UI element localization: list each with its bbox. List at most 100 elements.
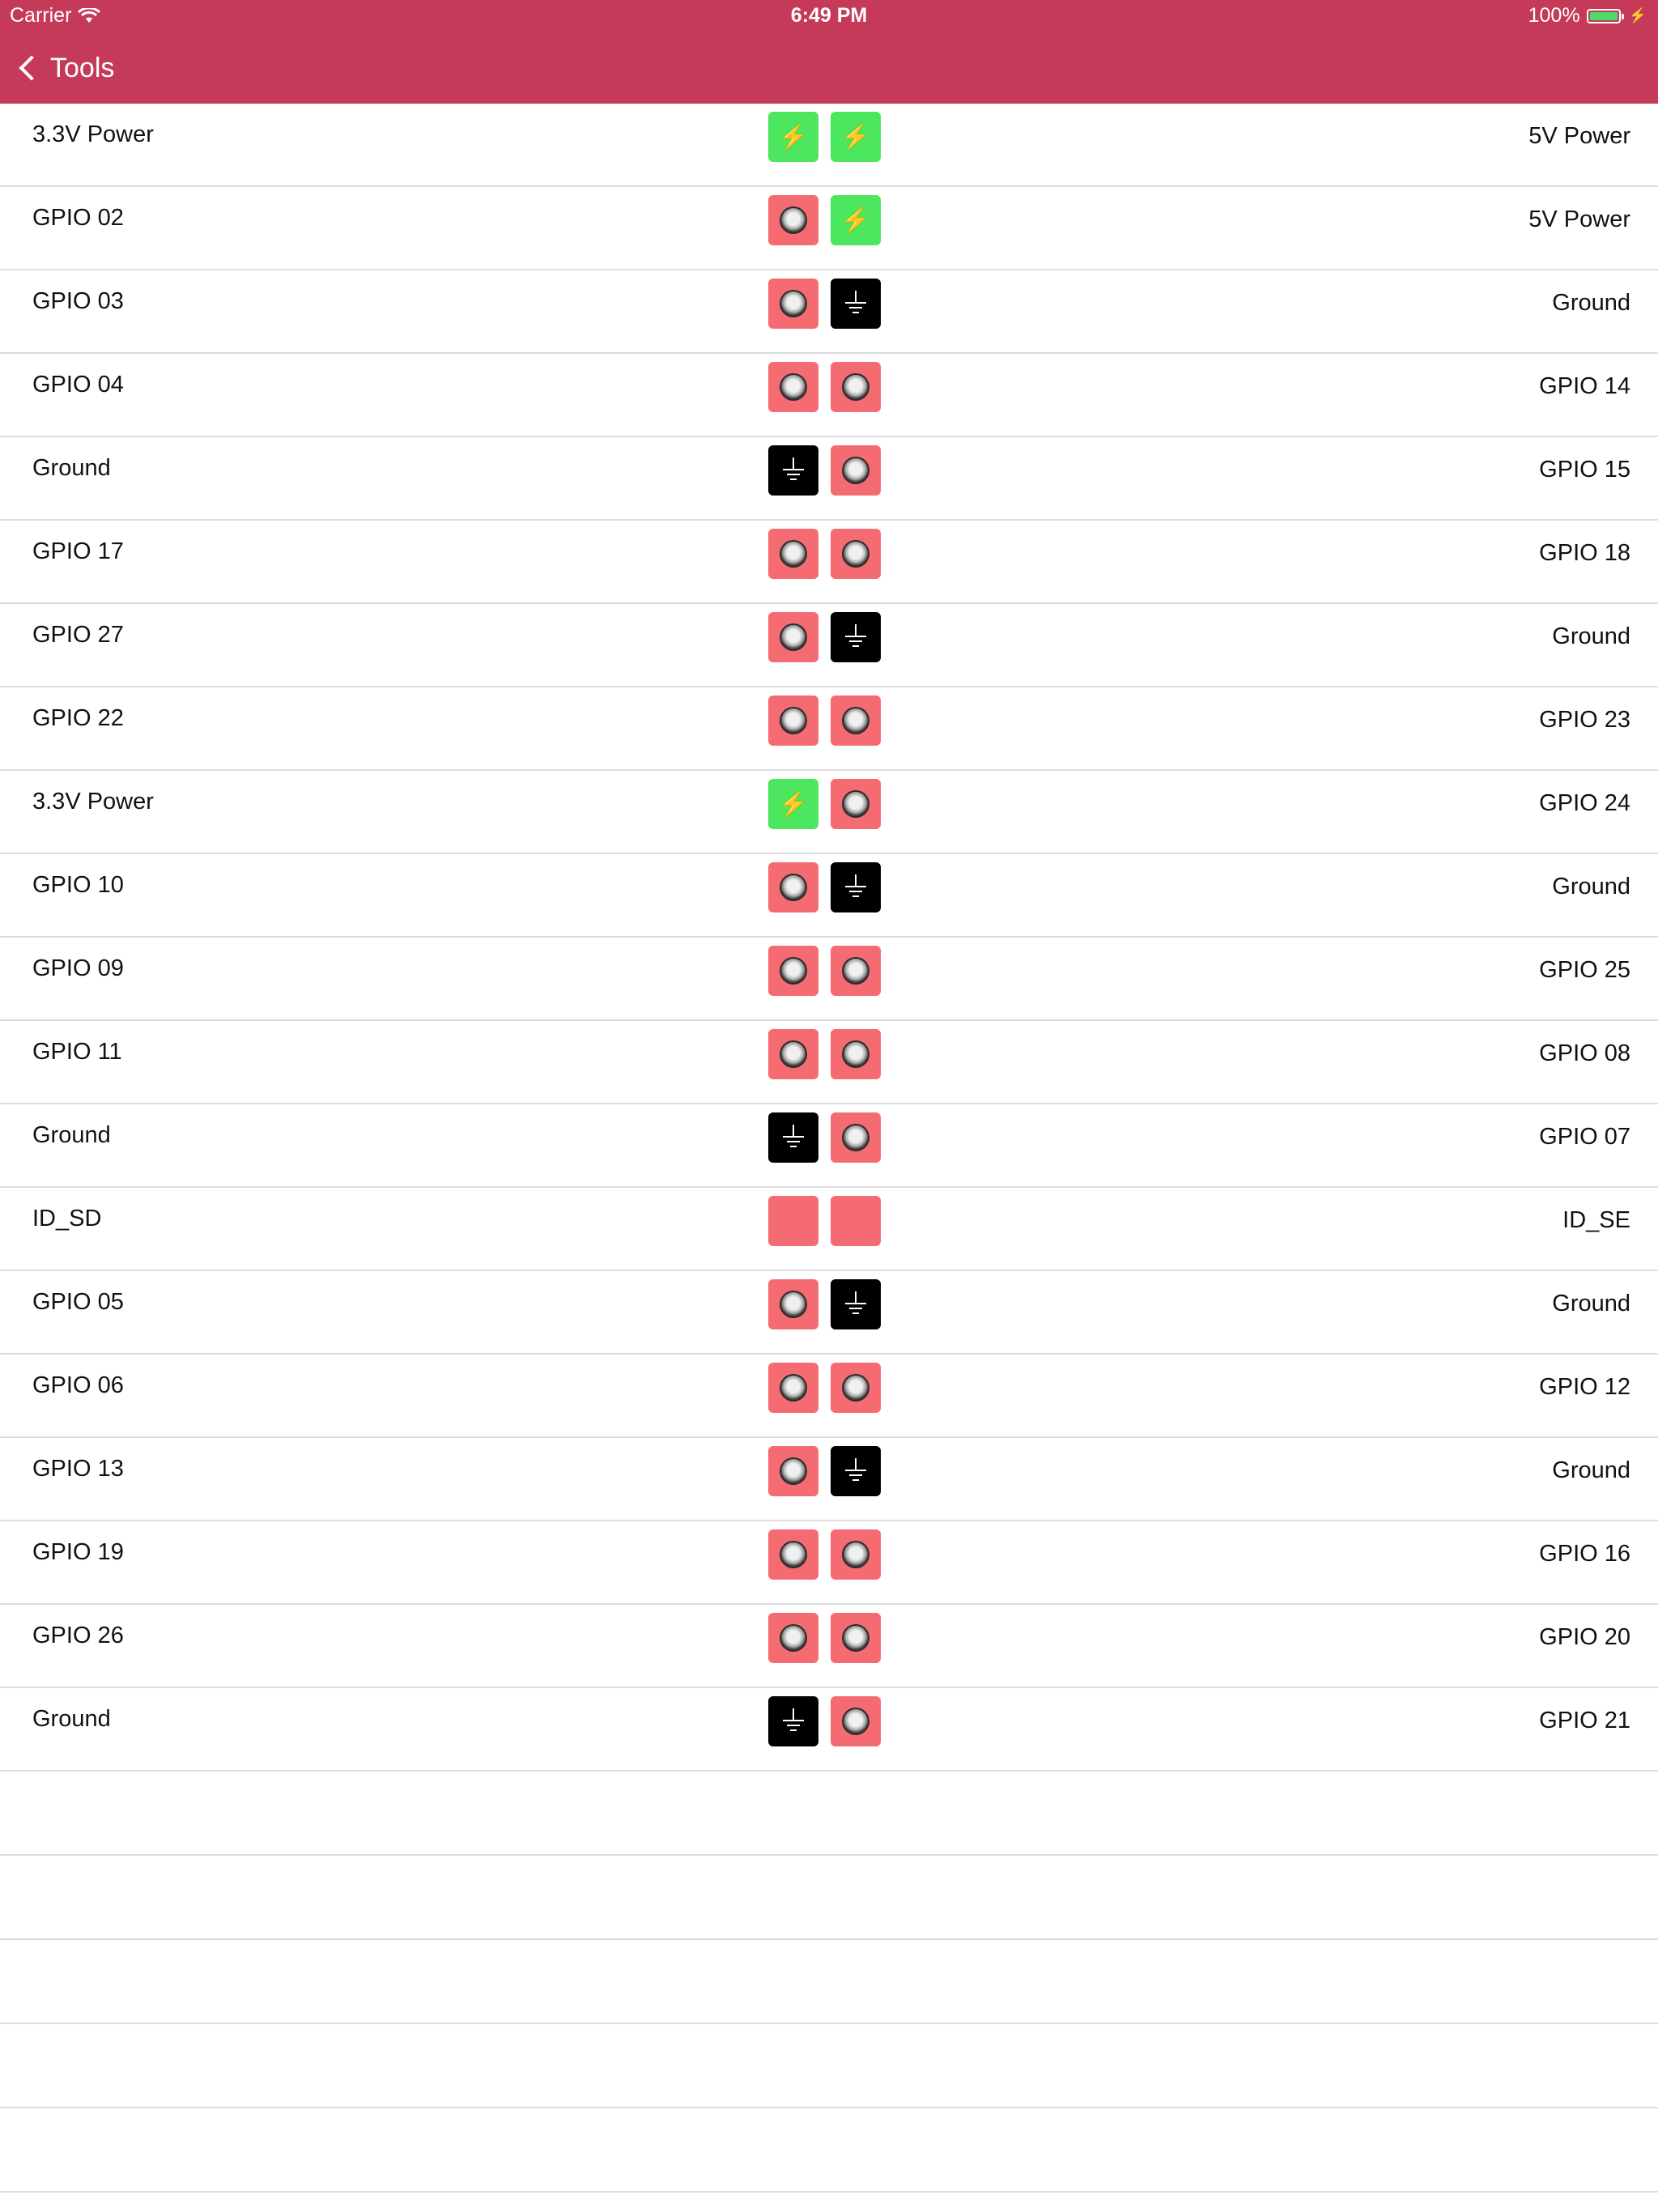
pin-hole-icon (781, 208, 806, 232)
pin-hole-icon (844, 1125, 868, 1150)
right-pin-gpio[interactable] (831, 779, 881, 829)
left-pin-gpio[interactable] (768, 1279, 818, 1329)
battery-percent: 100% (1528, 4, 1580, 27)
pin-row[interactable]: GPIO 17 GPIO 18 (0, 521, 1658, 604)
right-pin-label: Ground (1552, 1291, 1630, 1317)
left-pin-gpio[interactable] (768, 362, 818, 412)
right-pin-power[interactable]: ⚡ (831, 195, 881, 245)
left-pin-gpio[interactable] (768, 1446, 818, 1496)
left-pin-gpio[interactable] (768, 612, 818, 662)
left-pin-gpio[interactable] (768, 696, 818, 746)
left-pin-ground[interactable] (768, 1696, 818, 1746)
right-pin-label: GPIO 20 (1539, 1624, 1630, 1650)
pin-row[interactable]: GPIO 27 Ground (0, 604, 1658, 687)
pin-row[interactable]: GPIO 05 Ground (0, 1271, 1658, 1355)
right-pin-label: GPIO 14 (1539, 373, 1630, 399)
right-pin-gpio[interactable] (831, 1029, 881, 1079)
right-pin-ground[interactable] (831, 862, 881, 912)
right-pin-gpio[interactable] (831, 529, 881, 579)
pin-row[interactable]: Ground GPIO 21 (0, 1688, 1658, 1772)
empty-row (0, 2108, 1658, 2193)
right-pin-gpio[interactable] (831, 445, 881, 496)
pin-row[interactable]: 3.3V Power ⚡ GPIO 24 (0, 771, 1658, 854)
left-pin-label: GPIO 17 (32, 538, 124, 564)
right-pin-blank[interactable] (831, 1196, 881, 1246)
ground-symbol-icon (844, 874, 867, 900)
left-pin-gpio[interactable] (768, 862, 818, 912)
right-pin-label: Ground (1552, 874, 1630, 900)
right-pin-gpio[interactable] (831, 1529, 881, 1580)
left-pin-gpio[interactable] (768, 1613, 818, 1663)
pin-row[interactable]: GPIO 13 Ground (0, 1438, 1658, 1521)
empty-row (0, 1940, 1658, 2024)
right-pin-label: GPIO 07 (1539, 1124, 1630, 1150)
left-pin-label: GPIO 03 (32, 288, 124, 314)
left-pin-ground[interactable] (768, 445, 818, 496)
pin-row[interactable]: GPIO 11 GPIO 08 (0, 1021, 1658, 1104)
pin-row[interactable]: GPIO 26 GPIO 20 (0, 1605, 1658, 1688)
status-time: 6:49 PM (790, 4, 868, 27)
left-pin-gpio[interactable] (768, 529, 818, 579)
right-pin-ground[interactable] (831, 612, 881, 662)
left-pin-gpio[interactable] (768, 1529, 818, 1580)
right-pin-gpio[interactable] (831, 1363, 881, 1413)
pin-row[interactable]: Ground GPIO 15 (0, 437, 1658, 521)
left-pin-ground[interactable] (768, 1112, 818, 1163)
left-pin-gpio[interactable] (768, 946, 818, 996)
chevron-left-icon (19, 55, 45, 81)
pin-hole-icon (781, 1042, 806, 1066)
right-pin-gpio[interactable] (831, 946, 881, 996)
pin-row[interactable]: GPIO 19 GPIO 16 (0, 1521, 1658, 1605)
pin-row[interactable]: GPIO 06 GPIO 12 (0, 1355, 1658, 1438)
ground-symbol-icon (782, 457, 805, 483)
ground-symbol-icon (844, 1458, 867, 1484)
pin-row[interactable]: GPIO 09 GPIO 25 (0, 938, 1658, 1021)
pin-hole-icon (844, 375, 868, 399)
right-pin-gpio[interactable] (831, 1112, 881, 1163)
right-pin-label: GPIO 21 (1539, 1708, 1630, 1733)
right-pin-gpio[interactable] (831, 1696, 881, 1746)
left-pin-gpio[interactable] (768, 1363, 818, 1413)
right-pin-label: GPIO 25 (1539, 957, 1630, 983)
right-pin-ground[interactable] (831, 279, 881, 329)
left-pin-label: GPIO 22 (32, 705, 124, 731)
right-pin-gpio[interactable] (831, 1613, 881, 1663)
pin-row[interactable]: GPIO 04 GPIO 14 (0, 354, 1658, 437)
lightning-bolt-icon: ⚡ (778, 790, 809, 818)
pin-row[interactable]: 3.3V Power ⚡ ⚡ 5V Power (0, 104, 1658, 187)
left-pin-label: GPIO 10 (32, 872, 124, 898)
right-pin-power[interactable]: ⚡ (831, 112, 881, 162)
left-pin-gpio[interactable] (768, 195, 818, 245)
pin-row[interactable]: Ground GPIO 07 (0, 1104, 1658, 1188)
ground-symbol-icon (782, 1125, 805, 1151)
right-pin-ground[interactable] (831, 1279, 881, 1329)
pin-row[interactable]: ID_SD ID_SE (0, 1188, 1658, 1271)
left-pin-gpio[interactable] (768, 279, 818, 329)
right-pin-label: Ground (1552, 623, 1630, 649)
right-pin-label: 5V Power (1528, 123, 1630, 149)
pin-list: 3.3V Power ⚡ ⚡ 5V Power GPIO 02 ⚡ 5V Power GPIO… (0, 104, 1658, 2193)
pin-hole-icon (781, 1542, 806, 1567)
left-pin-power[interactable]: ⚡ (768, 112, 818, 162)
ground-symbol-icon (844, 1291, 867, 1317)
pin-hole-icon (844, 458, 868, 483)
left-pin-gpio[interactable] (768, 1029, 818, 1079)
left-pin-label: Ground (32, 455, 111, 481)
right-pin-label: GPIO 18 (1539, 540, 1630, 566)
right-pin-gpio[interactable] (831, 696, 881, 746)
left-pin-power[interactable]: ⚡ (768, 779, 818, 829)
left-pin-label: Ground (32, 1706, 111, 1732)
pin-row[interactable]: GPIO 22 GPIO 23 (0, 687, 1658, 771)
pin-row[interactable]: GPIO 03 Ground (0, 270, 1658, 354)
pin-hole-icon (781, 1459, 806, 1483)
left-pin-blank[interactable] (768, 1196, 818, 1246)
pin-row[interactable]: GPIO 10 Ground (0, 854, 1658, 938)
right-pin-ground[interactable] (831, 1446, 881, 1496)
pin-row[interactable]: GPIO 02 ⚡ 5V Power (0, 187, 1658, 270)
ground-symbol-icon (844, 291, 867, 317)
right-pin-gpio[interactable] (831, 362, 881, 412)
battery-icon (1586, 8, 1624, 23)
left-pin-label: 3.3V Power (32, 789, 154, 815)
left-pin-label: GPIO 27 (32, 622, 124, 648)
back-button[interactable]: Tools (18, 32, 114, 104)
